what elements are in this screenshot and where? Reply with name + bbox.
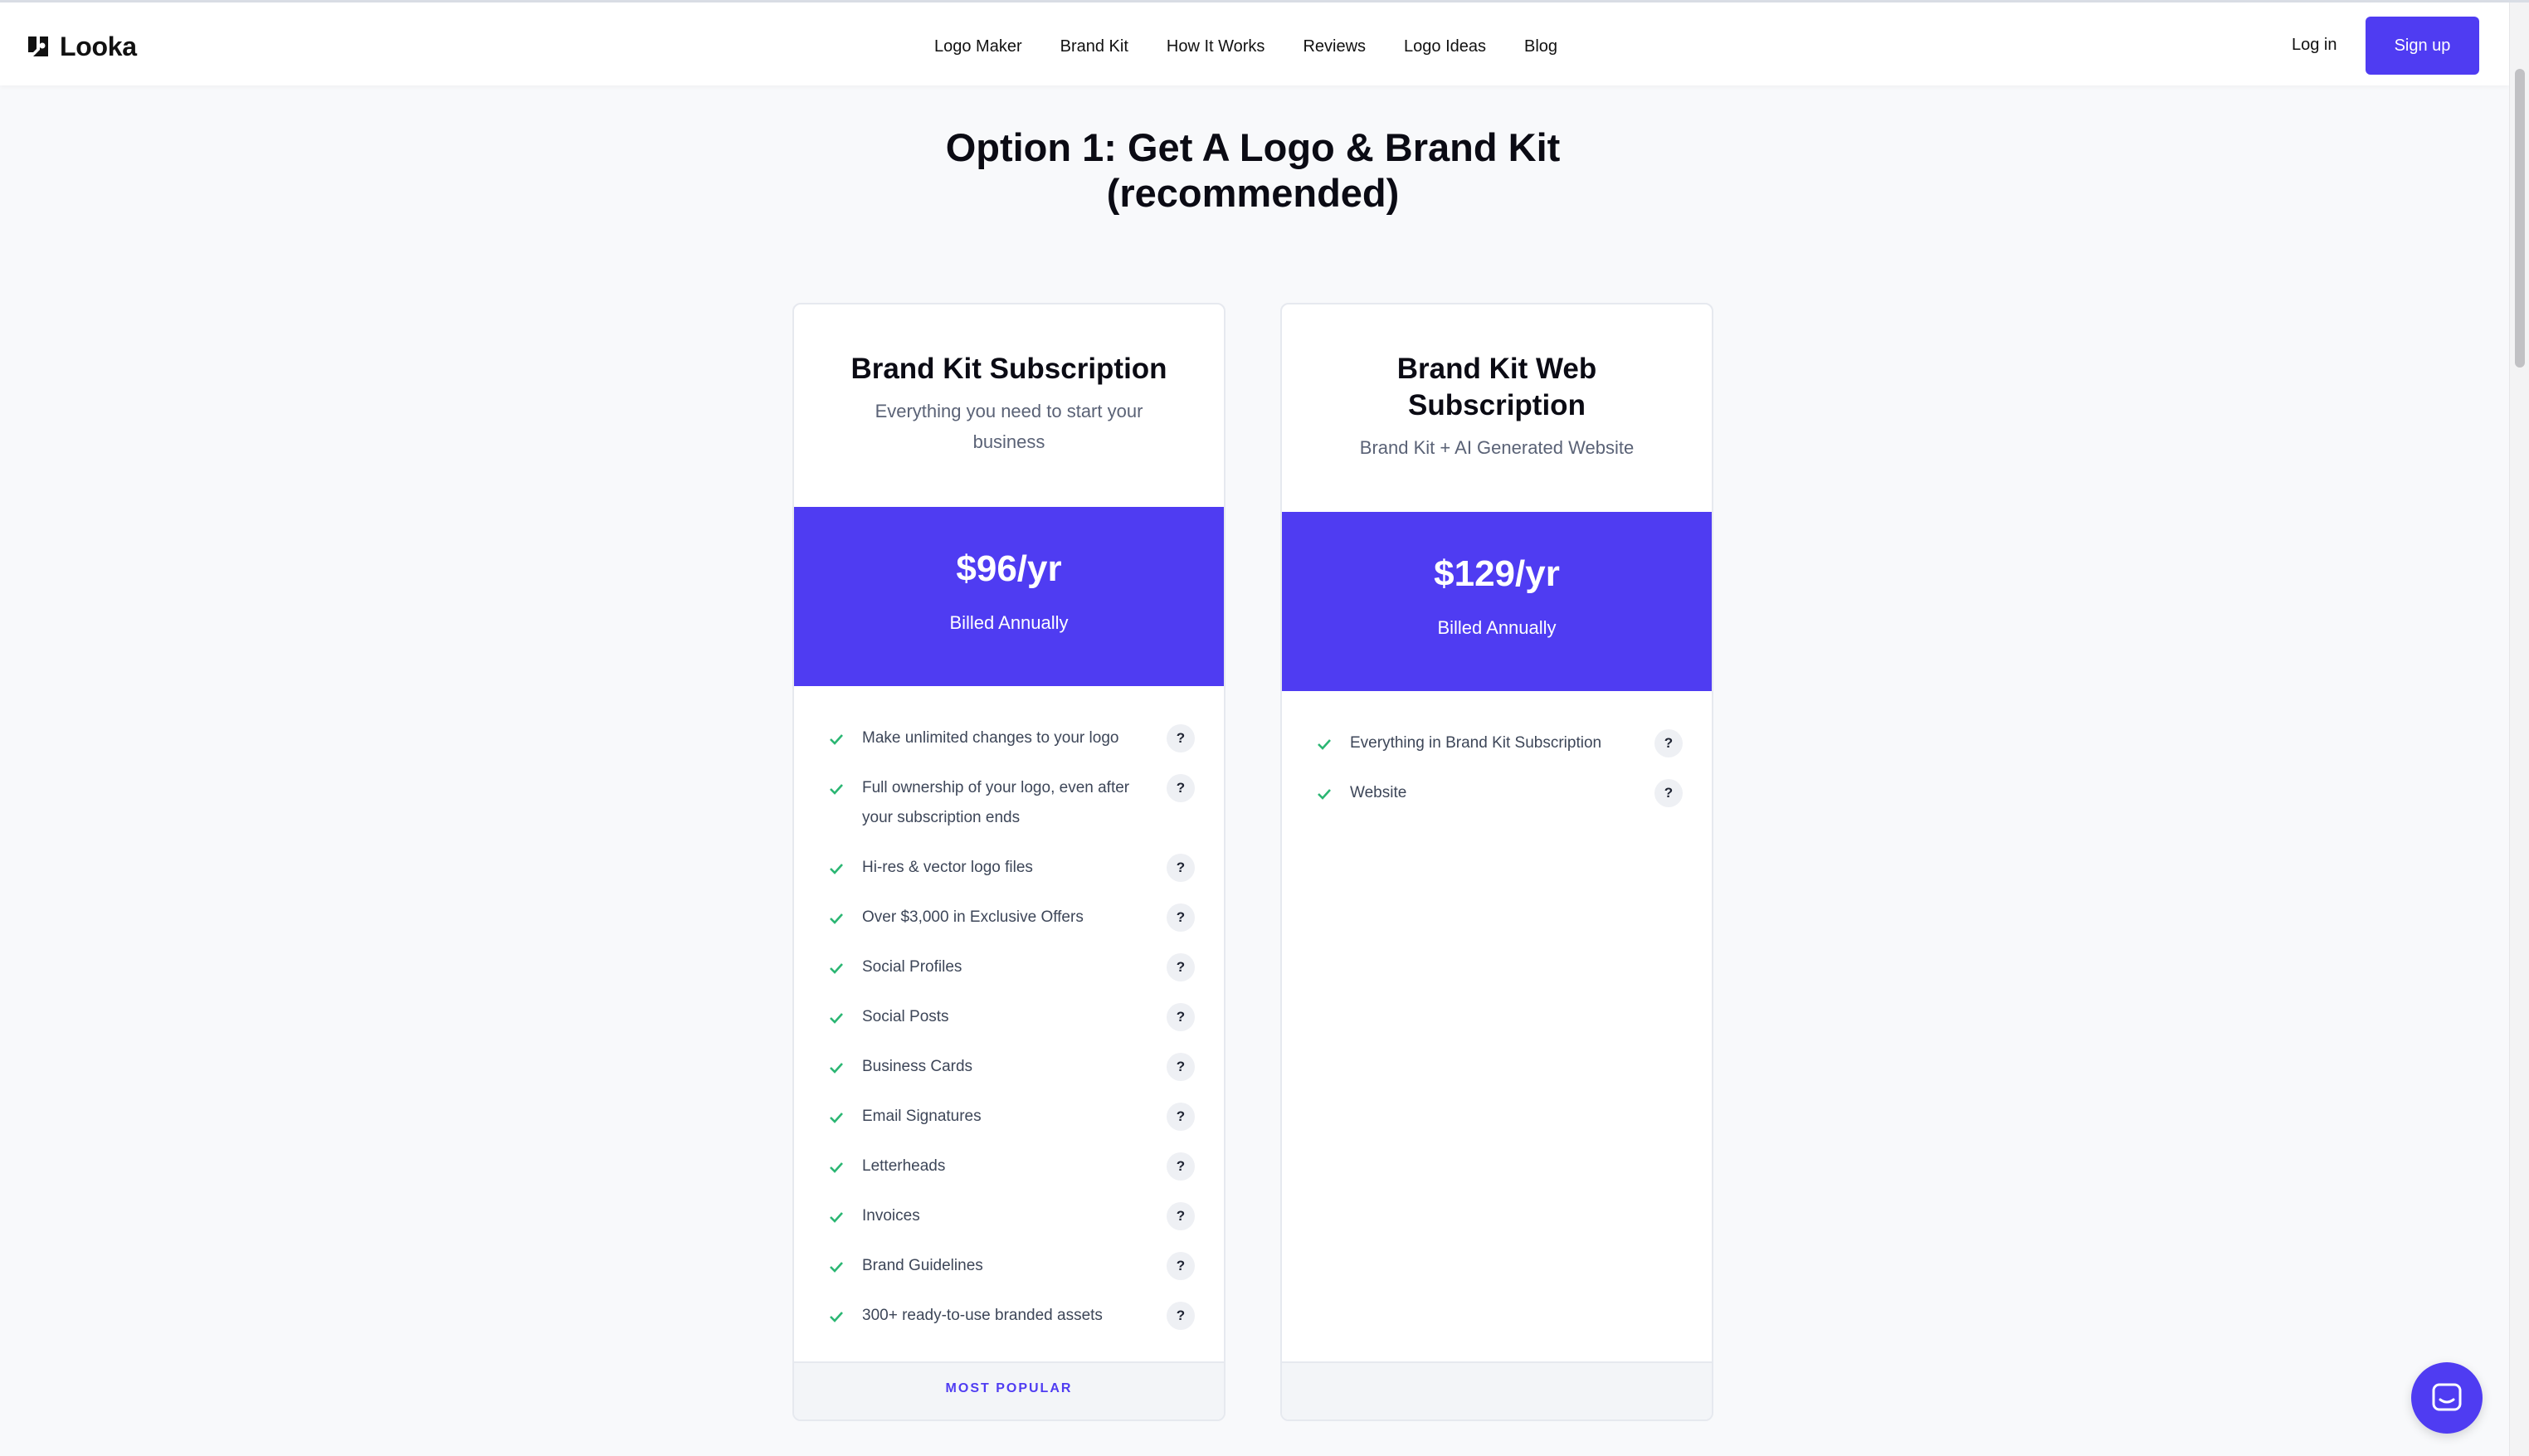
feature-label: Social Posts [862,1008,949,1025]
plan-title-line-2: Subscription [1408,389,1586,421]
question-icon[interactable]: ? [1167,953,1195,981]
plan-title: Brand Kit Subscription [850,353,1167,385]
check-icon [830,1262,843,1273]
question-icon[interactable]: ? [1167,1003,1195,1031]
page-title: Option 1: Get A Logo & Brand Kit (recomm… [838,124,1668,216]
check-icon [1318,789,1331,800]
question-icon[interactable]: ? [1167,1252,1195,1280]
question-icon[interactable]: ? [1167,724,1195,752]
question-icon[interactable]: ? [1167,854,1195,882]
check-icon [830,1063,843,1074]
nav-logo-maker[interactable]: Logo Maker [934,37,1022,56]
check-icon [830,1162,843,1173]
check-icon [830,1113,843,1123]
check-icon [830,963,843,974]
main-nav: Logo Maker Brand Kit How It Works Review… [934,27,1596,66]
nav-blog[interactable]: Blog [1524,37,1557,56]
question-icon[interactable]: ? [1167,774,1195,802]
question-icon[interactable]: ? [1167,903,1195,932]
check-icon [830,1212,843,1223]
signup-button[interactable]: Sign up [2366,17,2479,75]
price-banner: $96/yr Billed Annually [794,507,1224,686]
check-icon [830,864,843,874]
check-icon [1318,739,1331,750]
check-icon [830,1312,843,1322]
plan-title: Brand Kit Web Subscription [1282,351,1712,424]
nav-reviews[interactable]: Reviews [1303,37,1366,56]
feature-label: Everything in Brand Kit Subscription [1350,734,1602,752]
page-title-line-1: Option 1: Get A Logo & Brand Kit [945,125,1561,169]
plan-subtitle: Everything you need to start your busine… [875,401,1143,452]
check-icon [830,1013,843,1024]
feature-label: Full ownership of your logo, even after … [862,779,1130,826]
most-popular-badge: MOST POPULAR [945,1381,1073,1395]
billing-period: Billed Annually [949,612,1069,633]
plan-price: $129/yr [1434,553,1560,594]
check-icon [830,784,843,795]
billing-period: Billed Annually [1437,617,1557,638]
question-icon[interactable]: ? [1167,1053,1195,1081]
looka-logo-icon [28,37,48,56]
plan-title-line-1: Brand Kit Web [1396,353,1597,385]
feature-label: Hi-res & vector logo files [862,859,1033,876]
feature-label: Email Signatures [862,1108,982,1125]
plan-card-brand-kit-web: Brand Kit Web Subscription Brand Kit + A… [1280,303,1713,1421]
question-icon[interactable]: ? [1167,1202,1195,1230]
looka-logo[interactable]: Looka [25,27,137,66]
scrollbar-thumb[interactable] [2515,69,2525,368]
question-icon[interactable]: ? [1167,1302,1195,1330]
plan-price: $96/yr [956,548,1062,589]
card-footer: MOST POPULAR [794,1361,1224,1419]
question-icon[interactable]: ? [1654,729,1683,757]
price-banner: $129/yr Billed Annually [1282,512,1712,691]
top-navbar: Looka Logo Maker Brand Kit How It Works … [0,2,2509,85]
brand-name: Looka [60,31,137,61]
chat-launcher-button[interactable] [2411,1362,2483,1434]
question-icon[interactable]: ? [1167,1152,1195,1181]
feature-label: Website [1350,784,1407,801]
card-footer [1282,1361,1712,1419]
feature-label: Make unlimited changes to your logo [862,729,1119,747]
check-icon [830,913,843,924]
feature-label: Brand Guidelines [862,1257,983,1274]
feature-label: Social Profiles [862,958,962,976]
chat-icon [2432,1383,2462,1411]
nav-logo-ideas[interactable]: Logo Ideas [1404,37,1486,56]
question-icon[interactable]: ? [1654,779,1683,807]
feature-label: Business Cards [862,1058,973,1075]
page-title-line-2: (recommended) [1106,171,1400,215]
feature-label: 300+ ready-to-use branded assets [862,1307,1103,1324]
check-icon [830,734,843,745]
question-icon[interactable]: ? [1167,1103,1195,1131]
feature-label: Invoices [862,1207,920,1225]
nav-how-it-works[interactable]: How It Works [1167,37,1265,56]
feature-label: Over $3,000 in Exclusive Offers [862,908,1084,926]
plan-card-brand-kit: Brand Kit Subscription Everything you ne… [792,303,1226,1421]
page-scrollbar[interactable] [2509,2,2529,1456]
feature-label: Letterheads [862,1157,946,1175]
login-link[interactable]: Log in [2292,36,2337,55]
plan-subtitle: Brand Kit + AI Generated Website [1359,437,1635,458]
nav-brand-kit[interactable]: Brand Kit [1060,37,1128,56]
